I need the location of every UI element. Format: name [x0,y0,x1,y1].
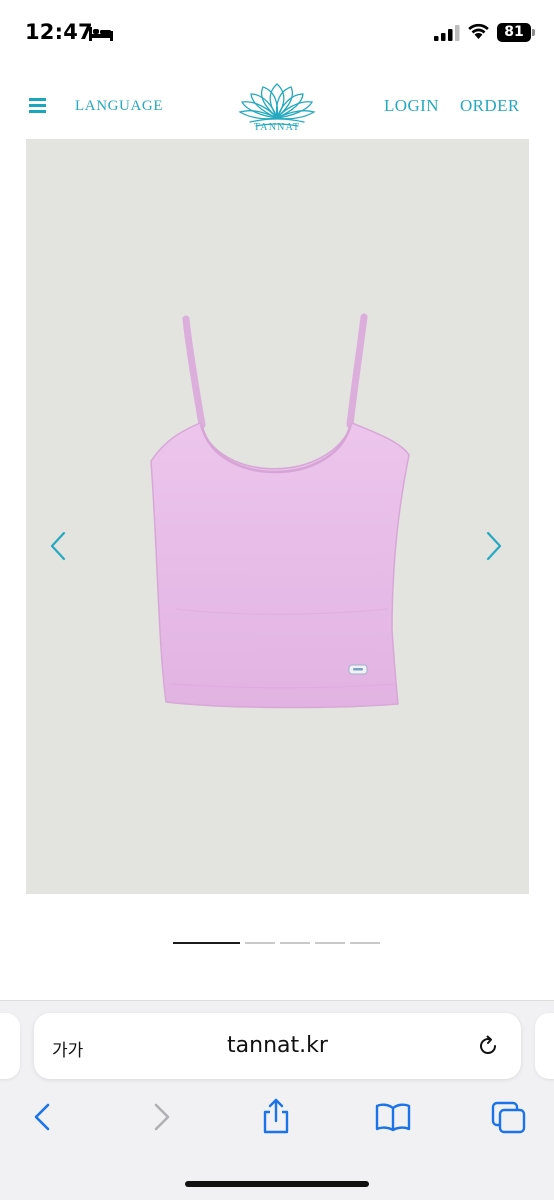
chevron-right-icon[interactable] [484,531,504,561]
bookmarks-icon[interactable] [374,1102,412,1132]
back-icon[interactable] [30,1102,54,1132]
pagination-indicator[interactable] [350,942,380,944]
product-image[interactable] [26,139,529,894]
bed-icon [89,27,113,41]
battery-nub [532,29,535,36]
status-bar: 12:47 81 [0,0,554,62]
pagination-indicator[interactable] [315,942,345,944]
cellular-signal-icon [434,25,460,41]
order-link[interactable]: ORDER [460,96,520,116]
battery-icon: 81 [497,23,531,42]
site-header: LANGUAGE TANNAT LOGIN ORDER [0,70,554,138]
reload-icon[interactable] [476,1034,500,1058]
logo-wordmark: TANNAT [253,122,301,133]
text-size-button[interactable]: 가가 [52,1036,83,1061]
wifi-icon [468,23,489,39]
chevron-left-icon[interactable] [48,531,68,561]
language-link[interactable]: LANGUAGE [75,98,163,115]
login-link[interactable]: LOGIN [384,96,439,116]
hamburger-menu-icon[interactable] [29,98,46,113]
url-text[interactable]: tannat.kr [130,1033,425,1058]
camisole-photo [150,313,410,709]
status-time: 12:47 [25,20,93,44]
previous-tab-card[interactable] [0,1013,20,1079]
pagination-indicator[interactable] [245,942,275,944]
pagination-indicator-active[interactable] [173,942,240,944]
next-tab-card[interactable] [535,1013,554,1079]
share-icon[interactable] [259,1097,293,1135]
tabs-icon[interactable] [490,1100,528,1136]
forward-icon[interactable] [150,1102,174,1132]
pagination-indicator[interactable] [280,942,310,944]
home-indicator[interactable] [185,1181,369,1187]
